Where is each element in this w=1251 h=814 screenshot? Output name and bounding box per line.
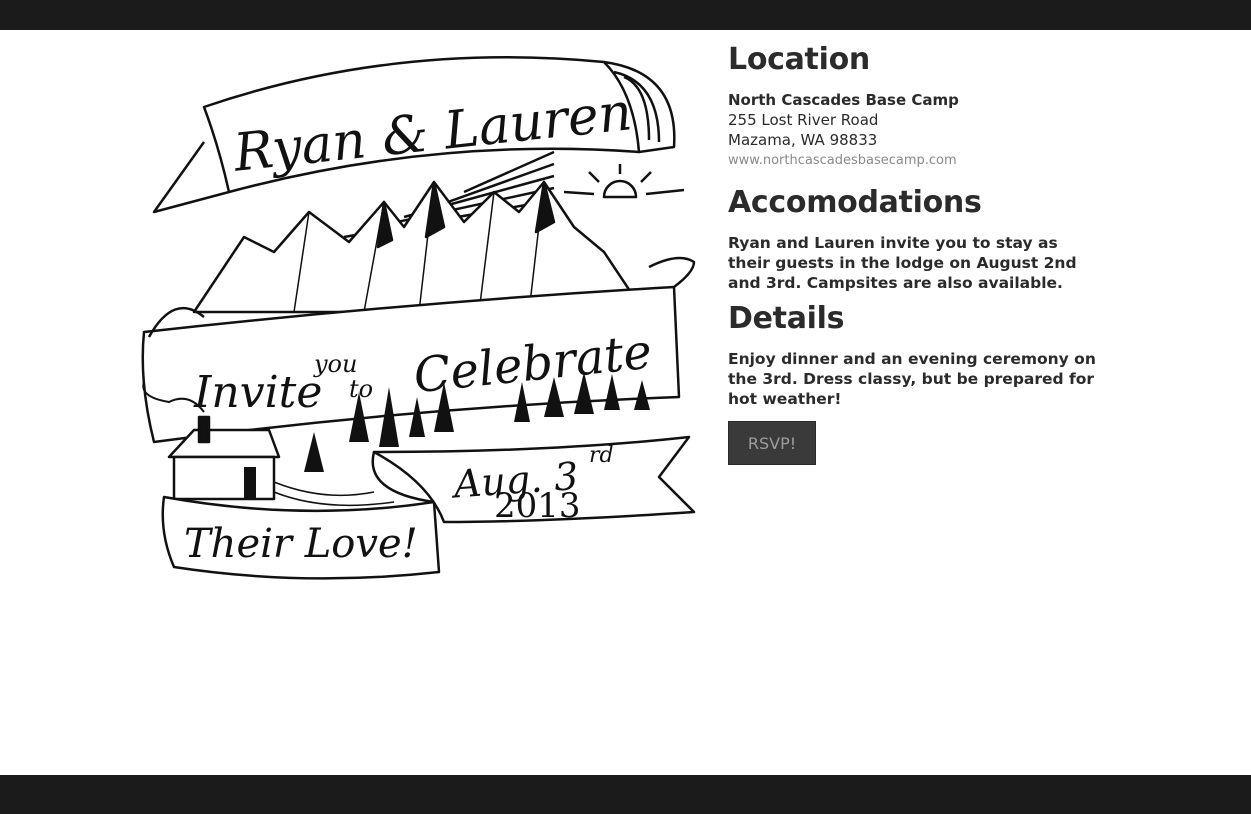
bottom-bar	[0, 775, 1251, 814]
details-section: Details Enjoy dinner and an evening cere…	[728, 301, 1098, 409]
accommodations-heading: Accomodations	[728, 185, 982, 220]
location-address: North Cascades Base Camp 255 Lost River …	[728, 90, 1098, 171]
street-address: 255 Lost River Road	[728, 111, 879, 129]
invite-line-their-love: Their Love!	[184, 521, 418, 567]
city-state-zip: Mazama, WA 98833	[728, 131, 878, 149]
accommodations-text: Ryan and Lauren invite you to stay as th…	[728, 234, 1077, 292]
rsvp-button[interactable]: RSVP!	[728, 421, 816, 465]
top-bar	[0, 0, 1251, 30]
accommodations-section: Accomodations Ryan and Lauren invite you…	[728, 185, 1098, 293]
wedding-invitation-illustration: Ryan & Lauren Invite you to Celebrate Th…	[134, 52, 696, 582]
invite-word-invite: Invite	[193, 367, 322, 418]
venue-website-link[interactable]: www.northcascadesbasecamp.com	[728, 151, 1098, 171]
invite-word-you: you	[313, 350, 357, 378]
invite-year: 2013	[494, 486, 581, 526]
location-heading: Location	[728, 42, 870, 77]
info-panel: Location North Cascades Base Camp 255 Lo…	[728, 42, 1098, 465]
details-text: Enjoy dinner and an evening ceremony on …	[728, 350, 1096, 408]
details-heading: Details	[728, 301, 845, 336]
venue-name: North Cascades Base Camp	[728, 91, 959, 109]
invite-date-suffix: rd	[589, 443, 614, 468]
invite-word-to: to	[349, 375, 373, 403]
